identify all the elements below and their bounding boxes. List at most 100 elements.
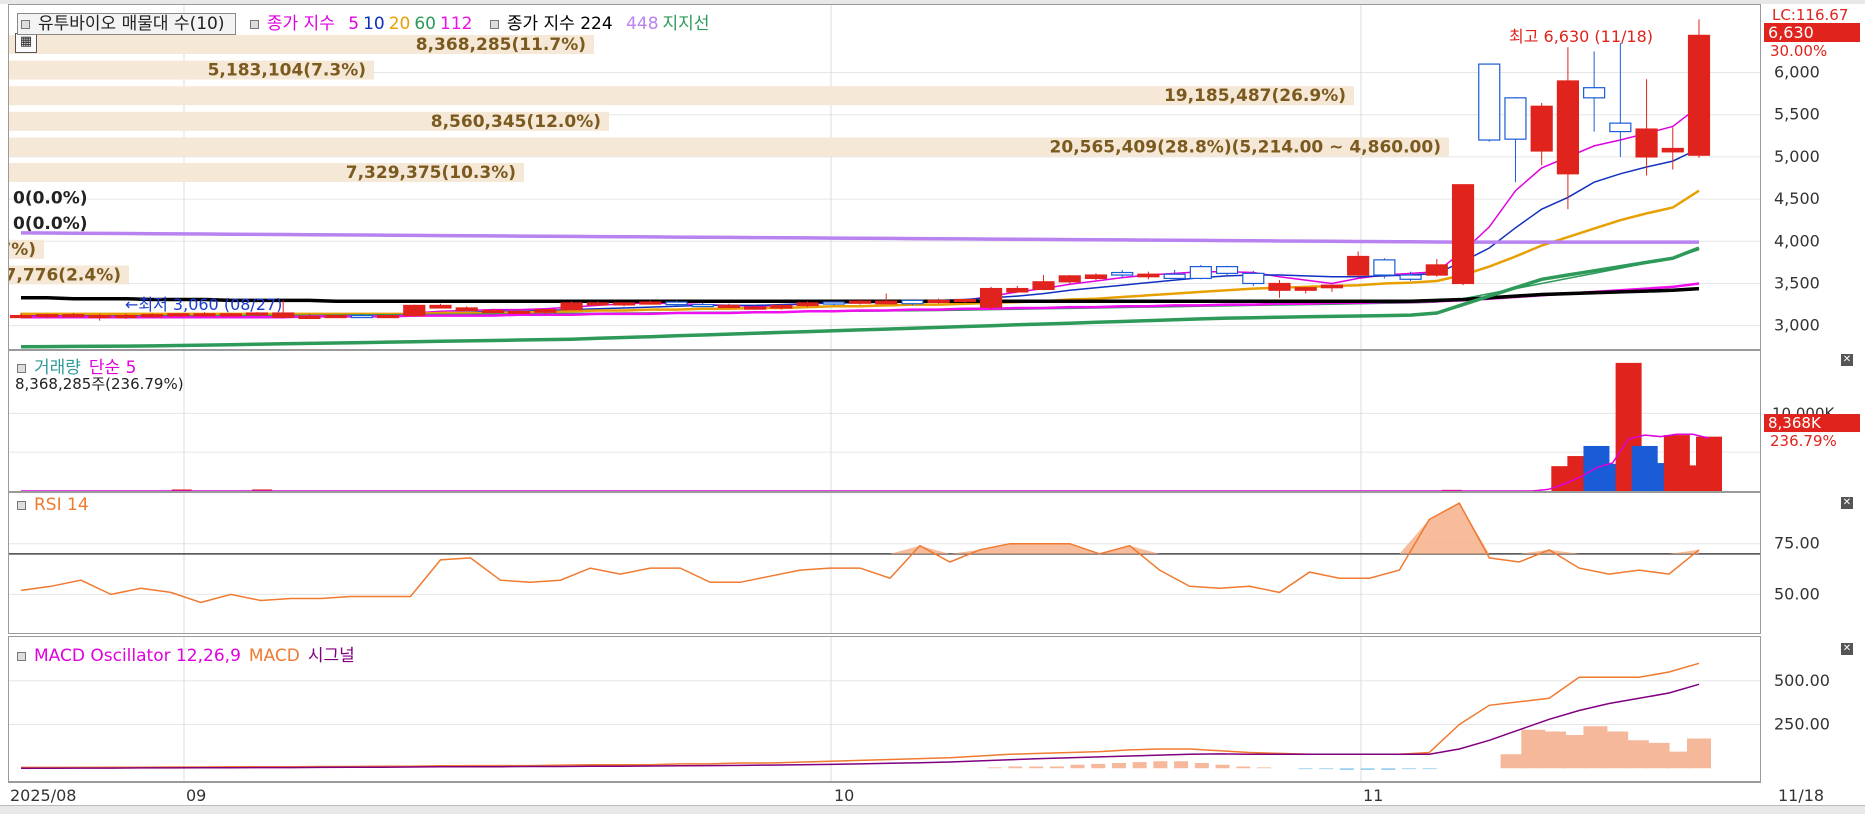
ma-448-label: 448	[626, 14, 659, 34]
macd-osc-bar	[987, 767, 1002, 769]
candle-body	[1635, 128, 1658, 158]
candle-body	[1583, 87, 1606, 99]
legend-square-icon	[17, 363, 26, 373]
candle-body	[1556, 80, 1579, 175]
macd-osc-bar	[1541, 731, 1566, 769]
volume-ma-line	[21, 433, 1710, 491]
macd-osc-bar	[1360, 768, 1375, 770]
candle-body	[639, 301, 662, 305]
candle-body	[586, 302, 609, 306]
candle-body	[1451, 184, 1475, 285]
candle-body	[324, 314, 347, 319]
price-tick-label: 6,000	[1774, 63, 1820, 82]
candle-body	[1661, 147, 1684, 153]
rsi-chart-pane[interactable]: RSI 14	[8, 492, 1761, 634]
candle-body	[1373, 259, 1396, 276]
candle-body	[953, 298, 976, 303]
volume-profile-label: 504,722(0.7%)	[8, 240, 36, 260]
macd-tick-label: 250.00	[1774, 715, 1830, 734]
macd-osc-bar	[1008, 766, 1023, 769]
macd-osc-bar	[1194, 763, 1209, 769]
lc-label: LC:116.67	[1772, 6, 1848, 24]
price-axis-svg: 6,000 5,500 5,000 4,500 4,000 3,500 3,000 LC:11…	[1764, 6, 1860, 335]
candle-body	[1268, 282, 1291, 291]
candle-body	[1320, 284, 1344, 289]
low-annotation: ←최저 3,060 (08/27)	[125, 295, 282, 314]
candle-body	[691, 303, 714, 308]
price-title-text: 유투바이오 매물대 수(10)	[38, 14, 225, 34]
legend-square-icon	[489, 19, 499, 29]
volume-profile-label: 5,183,104(7.3%)	[208, 61, 366, 81]
macd-osc-bar	[1645, 742, 1670, 769]
macd-osc-bar	[1666, 751, 1691, 769]
price-tick-label: 5,000	[1774, 147, 1820, 166]
macd-osc-bar	[1049, 766, 1064, 769]
ma-20-label: 20	[388, 14, 411, 34]
volume-chart-pane[interactable]: 거래량 단순 5 8,368,285주(236.79%)	[8, 350, 1761, 492]
rsi-tick-label: 50.00	[1774, 584, 1820, 603]
candle-body	[927, 299, 950, 303]
legend-square-icon	[17, 651, 26, 661]
candle-body	[1111, 271, 1134, 276]
rsi-tick-label: 75.00	[1774, 534, 1820, 553]
candle-body	[875, 300, 898, 305]
macd-osc-bar	[1583, 726, 1608, 769]
candle-body	[9, 314, 33, 319]
macd-osc-bar	[1256, 767, 1271, 769]
price-title[interactable]: 유투바이오 매물대 수(10)	[17, 13, 237, 35]
vol-badge: 8,368K	[1768, 414, 1822, 432]
table-icon[interactable]: ▦	[15, 33, 37, 53]
ma-224-label: 종가 지수 224	[506, 14, 613, 34]
macd-osc-bar	[1604, 731, 1629, 769]
candle-body	[1189, 266, 1212, 280]
candle-body	[455, 307, 478, 312]
candle-body	[141, 314, 164, 318]
candle-body	[481, 309, 505, 314]
rsi-overbought-fill	[21, 503, 1699, 554]
close-volume-icon[interactable]: ✕	[1841, 354, 1853, 366]
candle-body	[403, 304, 426, 317]
candle-body	[350, 314, 373, 319]
macd-osc-bar	[1029, 766, 1044, 769]
ma-5-label: 5	[348, 14, 360, 34]
macd-chart-pane[interactable]: MACD Oscillator 12,26,9 MACD 시그널	[8, 636, 1761, 782]
candle-body	[901, 299, 924, 305]
candle-body	[717, 304, 740, 309]
candle-body	[534, 309, 557, 313]
macd-osc-bar	[1070, 764, 1085, 769]
volume-profile-label: 1,687,776(2.4%)	[8, 265, 121, 285]
price-chart-pane[interactable]: 8,368,285(11.7%) 5,183,104(7.3%) 19,185,48…	[8, 4, 1761, 350]
candle-body	[114, 314, 137, 319]
macd-osc-bar	[1381, 768, 1396, 770]
candle-body	[1032, 281, 1055, 290]
close-macd-icon[interactable]: ✕	[1841, 643, 1853, 655]
macd-osc-bar	[1298, 768, 1313, 770]
candle-body	[1242, 272, 1265, 285]
ma-60-label: 60	[414, 14, 436, 34]
signal-title: 시그널	[307, 646, 355, 666]
candle-body	[796, 302, 819, 307]
candle-body	[429, 304, 452, 309]
candle-body	[1478, 63, 1501, 141]
price-y-axis: 6,000 5,500 5,000 4,500 4,000 3,500 3,000 LC:11…	[1762, 4, 1865, 350]
x-label-sep: 09	[186, 786, 207, 805]
price-tick-label: 5,500	[1774, 105, 1820, 124]
candle-body	[193, 313, 216, 317]
macd-osc-bar	[1153, 761, 1168, 769]
macd-osc-bar	[1236, 766, 1251, 769]
macd-tick-label: 500.00	[1774, 671, 1830, 690]
candle-body	[298, 315, 321, 319]
ma-line-448	[20, 231, 1699, 244]
macd-osc-bar	[1132, 762, 1147, 769]
macd-legend: MACD Oscillator 12,26,9 MACD 시그널	[17, 641, 363, 666]
candle-body	[612, 302, 636, 306]
macd-osc-bar	[1174, 761, 1189, 769]
support-label: 지지선	[662, 14, 710, 34]
close-rsi-icon[interactable]: ✕	[1841, 497, 1853, 509]
candle-body	[1504, 97, 1527, 140]
ma-prefix: 종가 지수	[266, 14, 335, 34]
candle-body	[1006, 287, 1029, 293]
rsi-chart-svg	[9, 493, 1760, 633]
macd-y-axis: 500.00 250.00	[1762, 636, 1865, 782]
rsi-y-axis: 75.00 50.00	[1762, 492, 1865, 634]
